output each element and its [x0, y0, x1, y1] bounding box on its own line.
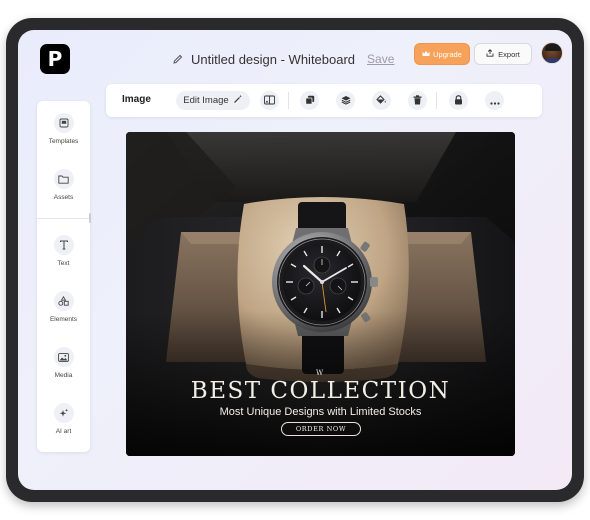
- device-frame: P Untitled design - Whiteboard Save Upgr…: [6, 18, 584, 502]
- sidebar-item-text[interactable]: Text: [37, 235, 90, 281]
- crown-icon: [422, 50, 430, 59]
- app-screen: P Untitled design - Whiteboard Save Upgr…: [18, 30, 572, 490]
- layers-icon: [341, 92, 351, 110]
- export-button[interactable]: Export: [474, 43, 532, 65]
- canvas-subline[interactable]: Most Unique Designs with Limited Stocks: [126, 406, 515, 418]
- upgrade-button[interactable]: Upgrade: [414, 43, 470, 65]
- sidebar-item-label: Media: [54, 372, 73, 379]
- edit-image-label: Edit Image: [183, 95, 229, 106]
- sidebar-item-elements[interactable]: Elements: [37, 291, 90, 337]
- save-link[interactable]: Save: [367, 52, 394, 66]
- pencil-icon[interactable]: [172, 53, 185, 66]
- edit-image-button[interactable]: Edit Image: [176, 91, 250, 110]
- app-logo[interactable]: P: [40, 44, 70, 74]
- canvas-headline[interactable]: BEST COLLECTION: [126, 378, 515, 404]
- templates-icon: [53, 113, 74, 133]
- layers-button[interactable]: [336, 91, 355, 110]
- sidebar-item-label: Text: [57, 260, 70, 267]
- share-icon: [486, 49, 494, 59]
- shapes-icon: [53, 291, 74, 311]
- sidebar-item-label: Templates: [48, 138, 79, 145]
- user-avatar[interactable]: [541, 42, 563, 64]
- lock-icon: [454, 92, 463, 110]
- sidebar-item-assets[interactable]: Assets: [37, 169, 90, 215]
- lock-button[interactable]: [449, 91, 468, 110]
- trash-icon: [413, 92, 422, 110]
- sidebar-divider: [37, 218, 90, 219]
- fill-color-button[interactable]: [372, 91, 391, 110]
- sidebar-item-templates[interactable]: Templates: [37, 113, 90, 159]
- brand-mark: W: [316, 369, 324, 377]
- design-canvas[interactable]: W BEST COLLECTION Most Unique Designs wi…: [126, 132, 515, 456]
- export-label: Export: [498, 49, 520, 59]
- sidebar-scroll-handle[interactable]: [89, 213, 91, 223]
- image-swap-button[interactable]: [260, 91, 279, 110]
- sidebar-item-ai-art[interactable]: AI art: [37, 403, 90, 449]
- magic-wand-icon: [233, 94, 243, 107]
- sidebar-item-label: AI art: [55, 428, 72, 435]
- image-swap-icon: [264, 92, 275, 110]
- text-icon: [53, 235, 74, 255]
- duplicate-icon: [304, 92, 315, 110]
- document-title[interactable]: Untitled design - Whiteboard: [191, 52, 355, 67]
- toolbar-context-label: Image: [122, 94, 151, 105]
- folder-icon: [53, 169, 74, 189]
- toolbar-divider: [436, 92, 437, 109]
- more-icon: [489, 92, 500, 110]
- duplicate-button[interactable]: [300, 91, 319, 110]
- sidebar-item-label: Assets: [53, 194, 74, 201]
- left-sidebar: Templates Assets Text Elements Media AI …: [37, 101, 91, 452]
- delete-button[interactable]: [408, 91, 427, 110]
- sidebar-item-media[interactable]: Media: [37, 347, 90, 393]
- context-toolbar: Image Edit Image: [106, 84, 542, 117]
- document-title-bar: Untitled design - Whiteboard Save: [172, 50, 394, 68]
- fill-color-icon: [376, 92, 387, 110]
- toolbar-divider: [288, 92, 289, 109]
- image-icon: [53, 347, 74, 367]
- sidebar-item-label: Elements: [49, 316, 78, 323]
- upgrade-label: Upgrade: [433, 49, 462, 59]
- order-now-button[interactable]: ORDER NOW: [281, 422, 361, 436]
- more-options-button[interactable]: [485, 91, 504, 110]
- order-now-label: ORDER NOW: [295, 425, 347, 433]
- sparkle-icon: [53, 403, 74, 423]
